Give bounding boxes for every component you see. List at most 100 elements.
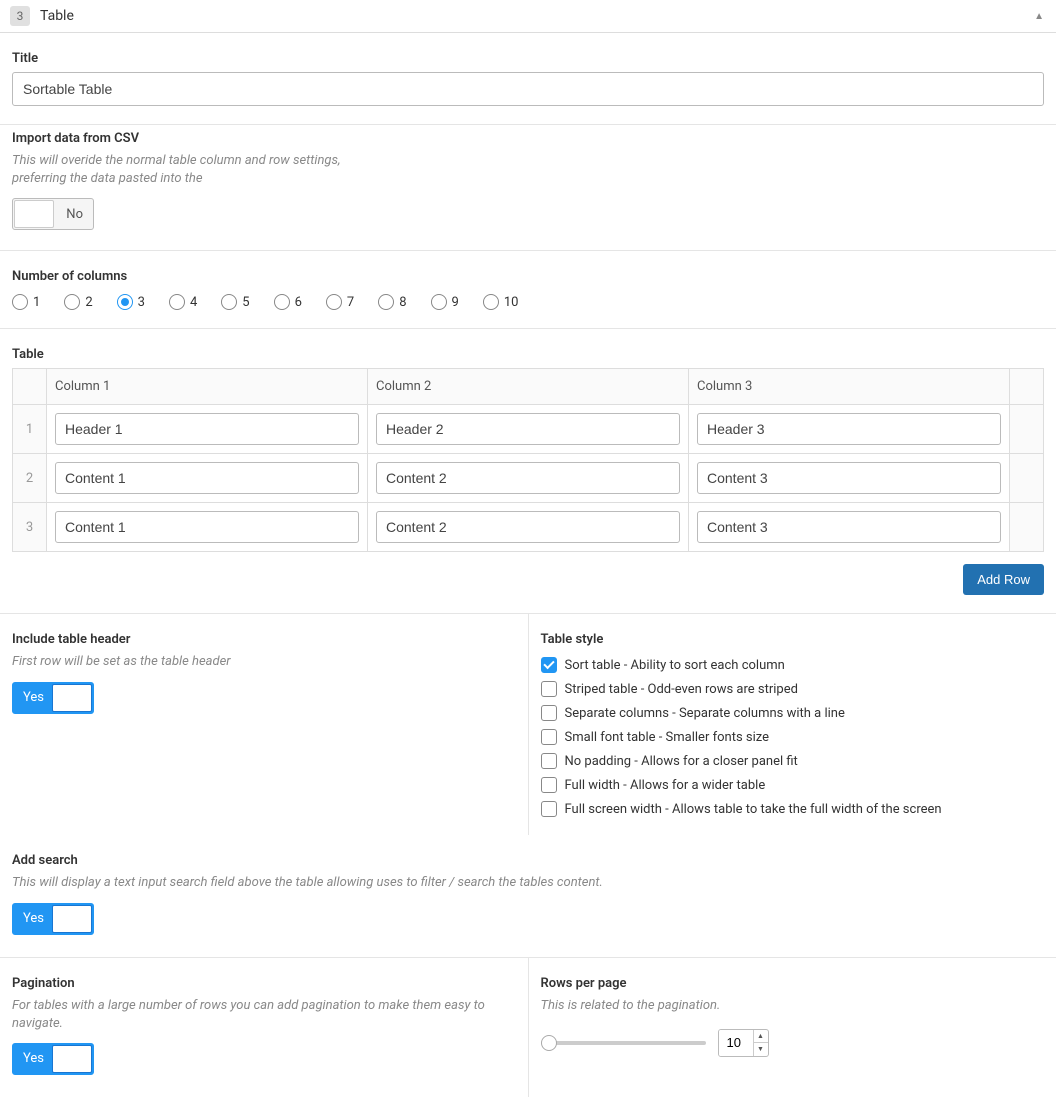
columns-label: Number of columns	[12, 269, 1044, 284]
column-header: Column 3	[689, 369, 1010, 405]
block-type-label: Table	[40, 8, 74, 24]
row-tail	[1010, 503, 1044, 552]
rows-per-page-section: Rows per page This is related to the pag…	[528, 958, 1056, 1097]
cell-input[interactable]	[376, 462, 680, 494]
search-toggle[interactable]: Yes	[12, 903, 94, 935]
search-section: Add search This will display a text inpu…	[0, 835, 1056, 956]
radio-label: 9	[452, 295, 459, 310]
toggle-label: No	[66, 207, 83, 222]
row-tail	[1010, 454, 1044, 503]
rows-per-page-slider[interactable]	[541, 1041, 706, 1045]
columns-radio-4[interactable]: 4	[169, 294, 197, 310]
title-section: Title	[0, 33, 1056, 124]
search-desc: This will display a text input search fi…	[12, 874, 1044, 892]
cell-input[interactable]	[697, 511, 1001, 543]
columns-section: Number of columns 1 2 3 4 5 6 7 8 9 10	[0, 250, 1056, 328]
pagination-desc: For tables with a large number of rows y…	[12, 997, 516, 1033]
radio-label: 1	[33, 295, 40, 310]
checkbox-icon	[541, 657, 557, 673]
cell-input[interactable]	[376, 511, 680, 543]
toggle-knob	[52, 905, 92, 933]
radio-icon	[169, 294, 185, 310]
rows-per-page-input[interactable]	[719, 1030, 753, 1056]
slider-thumb[interactable]	[541, 1035, 557, 1051]
title-input[interactable]	[12, 72, 1044, 106]
cell-input[interactable]	[55, 462, 359, 494]
table-style-section: Table style Sort table - Ability to sort…	[528, 614, 1056, 835]
csv-label: Import data from CSV	[12, 131, 342, 146]
rownum-header	[13, 369, 47, 405]
columns-radio-7[interactable]: 7	[326, 294, 354, 310]
columns-radio-2[interactable]: 2	[64, 294, 92, 310]
table-style-option[interactable]: No padding - Allows for a closer panel f…	[541, 753, 1045, 769]
radio-label: 3	[138, 295, 145, 310]
columns-radio-8[interactable]: 8	[378, 294, 406, 310]
cell-input[interactable]	[697, 462, 1001, 494]
title-label: Title	[12, 51, 1044, 66]
spinner-up-icon[interactable]: ▲	[754, 1030, 768, 1043]
table-editor: Column 1Column 2Column 3 123	[12, 368, 1044, 552]
checkbox-label: Small font table - Smaller fonts size	[565, 730, 770, 745]
cell-input[interactable]	[376, 413, 680, 445]
table-section: Table Column 1Column 2Column 3 123 Add R…	[0, 328, 1056, 613]
radio-icon	[117, 294, 133, 310]
checkbox-label: Striped table - Odd-even rows are stripe…	[565, 682, 798, 697]
row-number: 3	[13, 503, 47, 552]
radio-label: 7	[347, 295, 354, 310]
checkbox-icon	[541, 801, 557, 817]
cell-input[interactable]	[697, 413, 1001, 445]
column-header: Column 2	[368, 369, 689, 405]
columns-radio-3[interactable]: 3	[117, 294, 145, 310]
table-row: 3	[13, 503, 1044, 552]
columns-radio-5[interactable]: 5	[221, 294, 249, 310]
toggle-label: Yes	[23, 911, 44, 926]
collapse-icon[interactable]: ▲	[1034, 11, 1044, 22]
include-header-desc: First row will be set as the table heade…	[12, 653, 516, 671]
csv-toggle[interactable]: No	[12, 198, 94, 230]
table-style-option[interactable]: Striped table - Odd-even rows are stripe…	[541, 681, 1045, 697]
table-style-option[interactable]: Full screen width - Allows table to take…	[541, 801, 1045, 817]
radio-icon	[274, 294, 290, 310]
radio-label: 10	[504, 295, 519, 310]
block-header: 3 Table ▲	[0, 0, 1056, 33]
cell-input[interactable]	[55, 413, 359, 445]
columns-radio-1[interactable]: 1	[12, 294, 40, 310]
checkbox-icon	[541, 753, 557, 769]
checkbox-icon	[541, 681, 557, 697]
rows-per-page-spinner[interactable]: ▲ ▼	[718, 1029, 769, 1057]
radio-label: 8	[399, 295, 406, 310]
columns-radio-6[interactable]: 6	[274, 294, 302, 310]
checkbox-icon	[541, 729, 557, 745]
csv-desc: This will overide the normal table colum…	[12, 152, 342, 188]
table-style-label: Table style	[541, 632, 1045, 647]
column-header: Column 1	[47, 369, 368, 405]
columns-radio-9[interactable]: 9	[431, 294, 459, 310]
cell-input[interactable]	[55, 511, 359, 543]
toggle-label: Yes	[23, 1051, 44, 1066]
checkbox-label: Full width - Allows for a wider table	[565, 778, 766, 793]
checkbox-icon	[541, 777, 557, 793]
table-style-option[interactable]: Full width - Allows for a wider table	[541, 777, 1045, 793]
table-style-option[interactable]: Separate columns - Separate columns with…	[541, 705, 1045, 721]
pagination-toggle[interactable]: Yes	[12, 1043, 94, 1075]
table-style-option[interactable]: Small font table - Smaller fonts size	[541, 729, 1045, 745]
spinner-buttons: ▲ ▼	[753, 1030, 768, 1056]
checkbox-label: Full screen width - Allows table to take…	[565, 802, 942, 817]
toggle-knob	[52, 684, 92, 712]
column-header-tail	[1010, 369, 1044, 405]
include-header-toggle[interactable]: Yes	[12, 682, 94, 714]
table-label: Table	[12, 347, 1044, 362]
pagination-section: Pagination For tables with a large numbe…	[0, 958, 528, 1097]
block-index-badge: 3	[10, 6, 30, 26]
header-style-row: Include table header First row will be s…	[0, 613, 1056, 835]
include-header-label: Include table header	[12, 632, 516, 647]
row-tail	[1010, 405, 1044, 454]
checkbox-icon	[541, 705, 557, 721]
radio-label: 5	[242, 295, 249, 310]
spinner-down-icon[interactable]: ▼	[754, 1043, 768, 1056]
table-style-option[interactable]: Sort table - Ability to sort each column	[541, 657, 1045, 673]
columns-radio-10[interactable]: 10	[483, 294, 519, 310]
radio-icon	[483, 294, 499, 310]
radio-icon	[221, 294, 237, 310]
add-row-button[interactable]: Add Row	[963, 564, 1044, 595]
